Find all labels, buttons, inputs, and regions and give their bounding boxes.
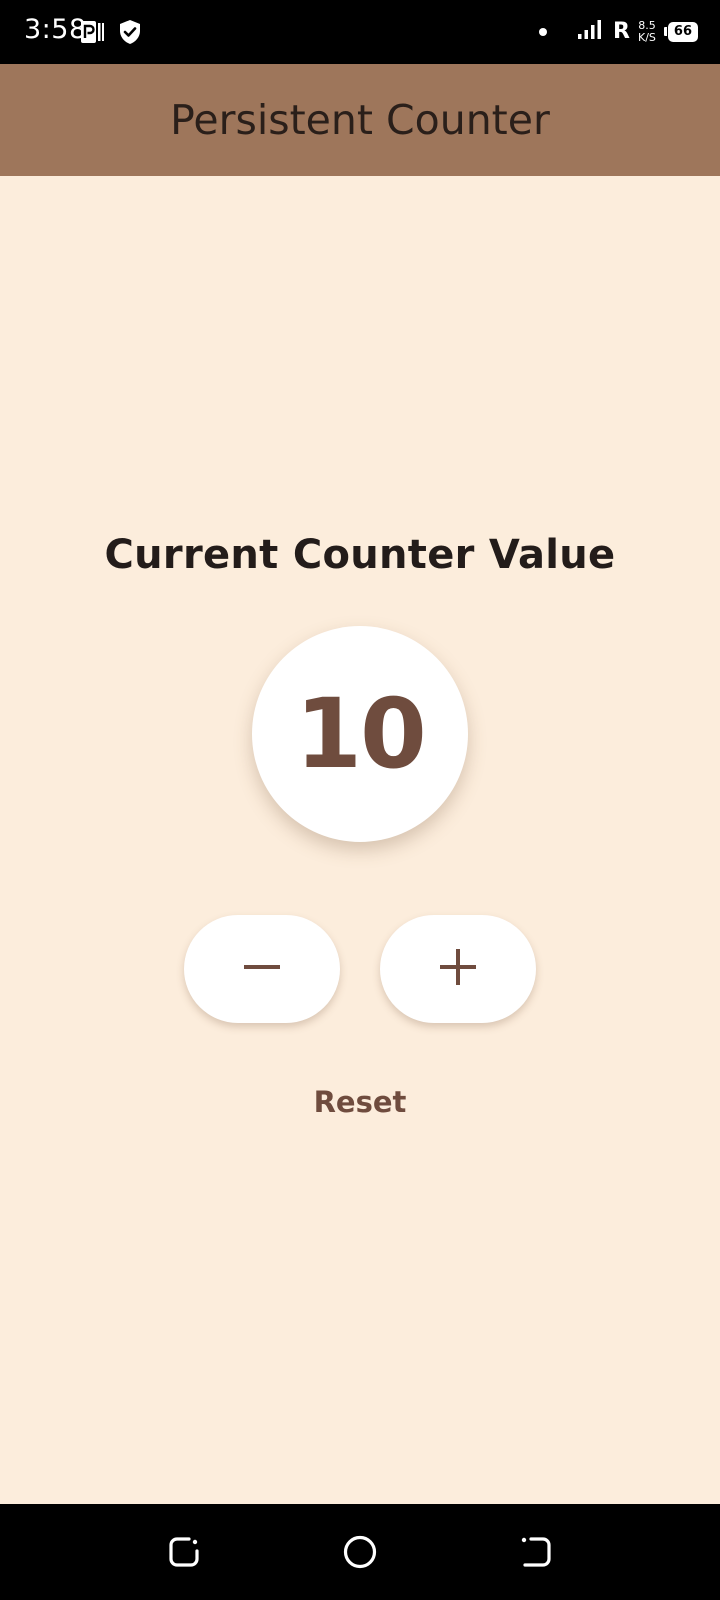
net-speed: 8.5 K/S: [638, 18, 656, 44]
nav-bar: [0, 1504, 720, 1600]
battery-level: 66: [667, 21, 698, 42]
status-bar: 3:58 R 8.5 K/S 66: [0, 0, 720, 64]
decrement-button[interactable]: [184, 915, 340, 1023]
status-time: 3:58: [24, 14, 87, 45]
back-icon[interactable]: [516, 1532, 556, 1572]
battery-icon: 66: [663, 21, 698, 42]
app-bar: Persistent Counter: [0, 64, 720, 176]
counter-heading: Current Counter Value: [104, 532, 616, 578]
shield-check-icon: [118, 19, 142, 50]
roaming-indicator: R: [613, 19, 630, 44]
reset-button[interactable]: Reset: [300, 1080, 420, 1124]
signal-icon: [577, 18, 605, 45]
app-title: Persistent Counter: [170, 96, 550, 144]
status-left-icons: [80, 19, 142, 50]
net-speed-unit: K/S: [638, 30, 656, 44]
recents-icon[interactable]: [164, 1532, 204, 1572]
increment-button[interactable]: [380, 915, 536, 1023]
minus-icon: [242, 947, 282, 992]
counter-value: 10: [295, 678, 427, 790]
notification-dot-icon: [539, 27, 548, 36]
battery-cap: [663, 27, 667, 36]
net-speed-value: 8.5: [638, 18, 656, 32]
plus-icon: [438, 947, 478, 992]
counter-display: 10: [252, 626, 468, 842]
home-icon[interactable]: [340, 1532, 380, 1572]
status-right-icons: R 8.5 K/S 66: [539, 18, 698, 45]
parking-icon: [80, 20, 104, 49]
